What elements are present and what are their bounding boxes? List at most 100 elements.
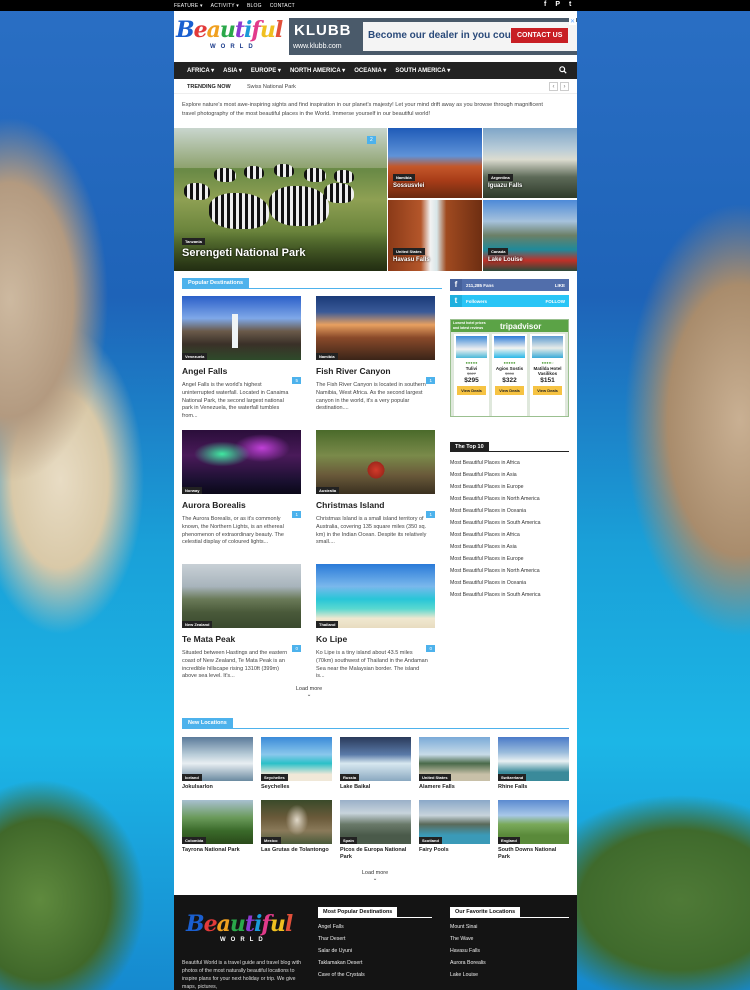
comment-count-badge[interactable]: 0 [426,645,435,652]
hero-small-title[interactable]: Iguazu Falls [488,183,522,189]
hero-big-serengeti[interactable]: 2 Tanzania Serengeti National Park [174,128,387,271]
top-menu-blog[interactable]: BLOG [247,3,262,9]
trip-hotel[interactable]: ●●●●● Tulivi $327 $295 View Deals [454,334,489,416]
view-deals-button[interactable]: View Deals [495,386,524,395]
location-title[interactable]: Fairy Pools [419,847,490,854]
card-category[interactable]: Namibia [316,353,338,360]
trending-next-icon[interactable]: › [560,82,569,91]
hero-small-title[interactable]: Havasu Falls [393,257,430,263]
nav-africa[interactable]: AFRICA ▾ [187,67,214,74]
location-image[interactable]: England [498,800,569,844]
trending-prev-icon[interactable]: ‹ [549,82,558,91]
hero-small-iguazu[interactable]: Argentina Iguazu Falls [483,128,577,198]
location-title[interactable]: Las Grutas de Tolantongo [261,847,332,854]
top10-link[interactable]: Most Beautiful Places in Asia [450,472,517,478]
nav-europe[interactable]: EUROPE ▾ [251,67,281,74]
site-logo[interactable]: Beautiful WORLD [176,19,283,59]
popular-load-more-button[interactable]: Load more ⌄ [284,686,334,698]
hero-title[interactable]: Serengeti National Park [182,247,306,259]
footer-link[interactable]: The Wave [450,936,473,942]
card-image[interactable]: Thailand [316,564,435,628]
top10-link[interactable]: Most Beautiful Places in Europe [450,484,524,490]
footer-link[interactable]: Thar Desert [318,936,345,942]
location-category[interactable]: Russia [340,774,360,781]
hero-category[interactable]: Tanzania [182,238,205,245]
card-image[interactable]: Australia [316,430,435,494]
nav-asia[interactable]: ASIA ▾ [223,67,242,74]
location-image[interactable]: Iceland [182,737,253,781]
hero-small-category[interactable]: Namibia [393,174,415,181]
top10-link[interactable]: Most Beautiful Places in Africa [450,460,520,466]
footer-link[interactable]: Lake Louise [450,972,478,978]
footer-link[interactable]: Salar de Uyuni [318,948,352,954]
location-category[interactable]: Iceland [182,774,202,781]
card-category[interactable]: Venezuela [182,353,208,360]
location-title[interactable]: Seychelles [261,784,332,791]
comment-count-badge[interactable]: 0 [292,645,301,652]
top10-link[interactable]: Most Beautiful Places in Oceania [450,508,526,514]
card-title[interactable]: Fish River Canyon [316,366,435,376]
location-title[interactable]: Alamere Falls [419,784,490,791]
tripadvisor-widget[interactable]: Lowest hotel prices and latest reviews t… [450,319,569,417]
footer-link[interactable]: Taklamakan Desert [318,960,362,966]
top10-link[interactable]: Most Beautiful Places in Asia [450,544,517,550]
footer-link[interactable]: Mount Sinai [450,924,477,930]
top10-link[interactable]: Most Beautiful Places in Africa [450,532,520,538]
hero-small-category[interactable]: United States [393,248,425,255]
search-icon[interactable] [559,66,567,74]
card-category[interactable]: Thailand [316,621,339,628]
location-image[interactable]: Spain [340,800,411,844]
trip-hotel[interactable]: ●●●●○ Matilda Hotel Vasilikos $151 View … [530,334,565,416]
card-title[interactable]: Angel Falls [182,366,301,376]
card-category[interactable]: Norway [182,487,203,494]
card-image[interactable]: Norway [182,430,301,494]
location-title[interactable]: Lake Baikal [340,784,411,791]
footer-link[interactable]: Aurora Borealis [450,960,486,966]
card-title[interactable]: Christmas Island [316,500,435,510]
top10-link[interactable]: Most Beautiful Places in South America [450,520,541,526]
top10-link[interactable]: Most Beautiful Places in South America [450,592,541,598]
location-title[interactable]: Tayrona National Park [182,847,253,854]
comment-count-badge[interactable]: 1 [426,377,435,384]
card-title[interactable]: Te Mata Peak [182,634,301,644]
nav-oceania[interactable]: OCEANIA ▾ [354,67,386,74]
location-category[interactable]: Seychelles [261,774,288,781]
location-image[interactable]: Switzerland [498,737,569,781]
view-deals-button[interactable]: View Deals [533,386,562,395]
hero-small-category[interactable]: Canada [488,248,509,255]
hero-small-category[interactable]: Argentina [488,174,513,181]
comment-count-badge[interactable]: 5 [292,377,301,384]
footer-link[interactable]: Cave of the Crystals [318,972,365,978]
banner-ad[interactable]: KLUBB www.klubb.com Become our dealer in… [289,18,577,55]
top10-link[interactable]: Most Beautiful Places in Europe [450,556,524,562]
location-image[interactable]: Mexico [261,800,332,844]
location-image[interactable]: Scotland [419,800,490,844]
pinterest-icon[interactable]: P [555,1,560,8]
hero-small-sossusvlei[interactable]: Namibia Sossusvlei [388,128,482,198]
top10-link[interactable]: Most Beautiful Places in North America [450,568,540,574]
view-deals-button[interactable]: View Deals [457,386,486,395]
card-category[interactable]: New Zealand [182,621,213,628]
location-category[interactable]: Scotland [419,837,442,844]
twitter-icon[interactable]: t [569,1,571,8]
facebook-follow-row[interactable]: f 211,285 Fans LIKE [450,279,569,291]
hero-small-lake-louise[interactable]: Canada Lake Louise [483,200,577,271]
nav-north-america[interactable]: NORTH AMERICA ▾ [290,67,345,74]
top-menu-feature[interactable]: FEATURE ▾ [174,3,203,9]
trending-item[interactable]: Swiss National Park [247,84,296,90]
location-title[interactable]: South Downs National Park [498,847,569,860]
hero-small-title[interactable]: Sossusvlei [393,183,424,189]
location-title[interactable]: Rhine Falls [498,784,569,791]
location-image[interactable]: Russia [340,737,411,781]
top10-link[interactable]: Most Beautiful Places in North America [450,496,540,502]
new-locations-load-more-button[interactable]: Load more ⌄ [350,870,400,882]
top-menu-contact[interactable]: CONTACT [270,3,295,9]
footer-link[interactable]: Angel Falls [318,924,344,930]
location-category[interactable]: Colombia [182,837,207,844]
ad-close-icon[interactable]: ✕ [568,18,576,25]
comment-count-badge[interactable]: 1 [426,511,435,518]
location-category[interactable]: United States [419,774,451,781]
location-title[interactable]: Jokulsarlon [182,784,253,791]
footer-link[interactable]: Havasu Falls [450,948,480,954]
location-category[interactable]: Mexico [261,837,281,844]
